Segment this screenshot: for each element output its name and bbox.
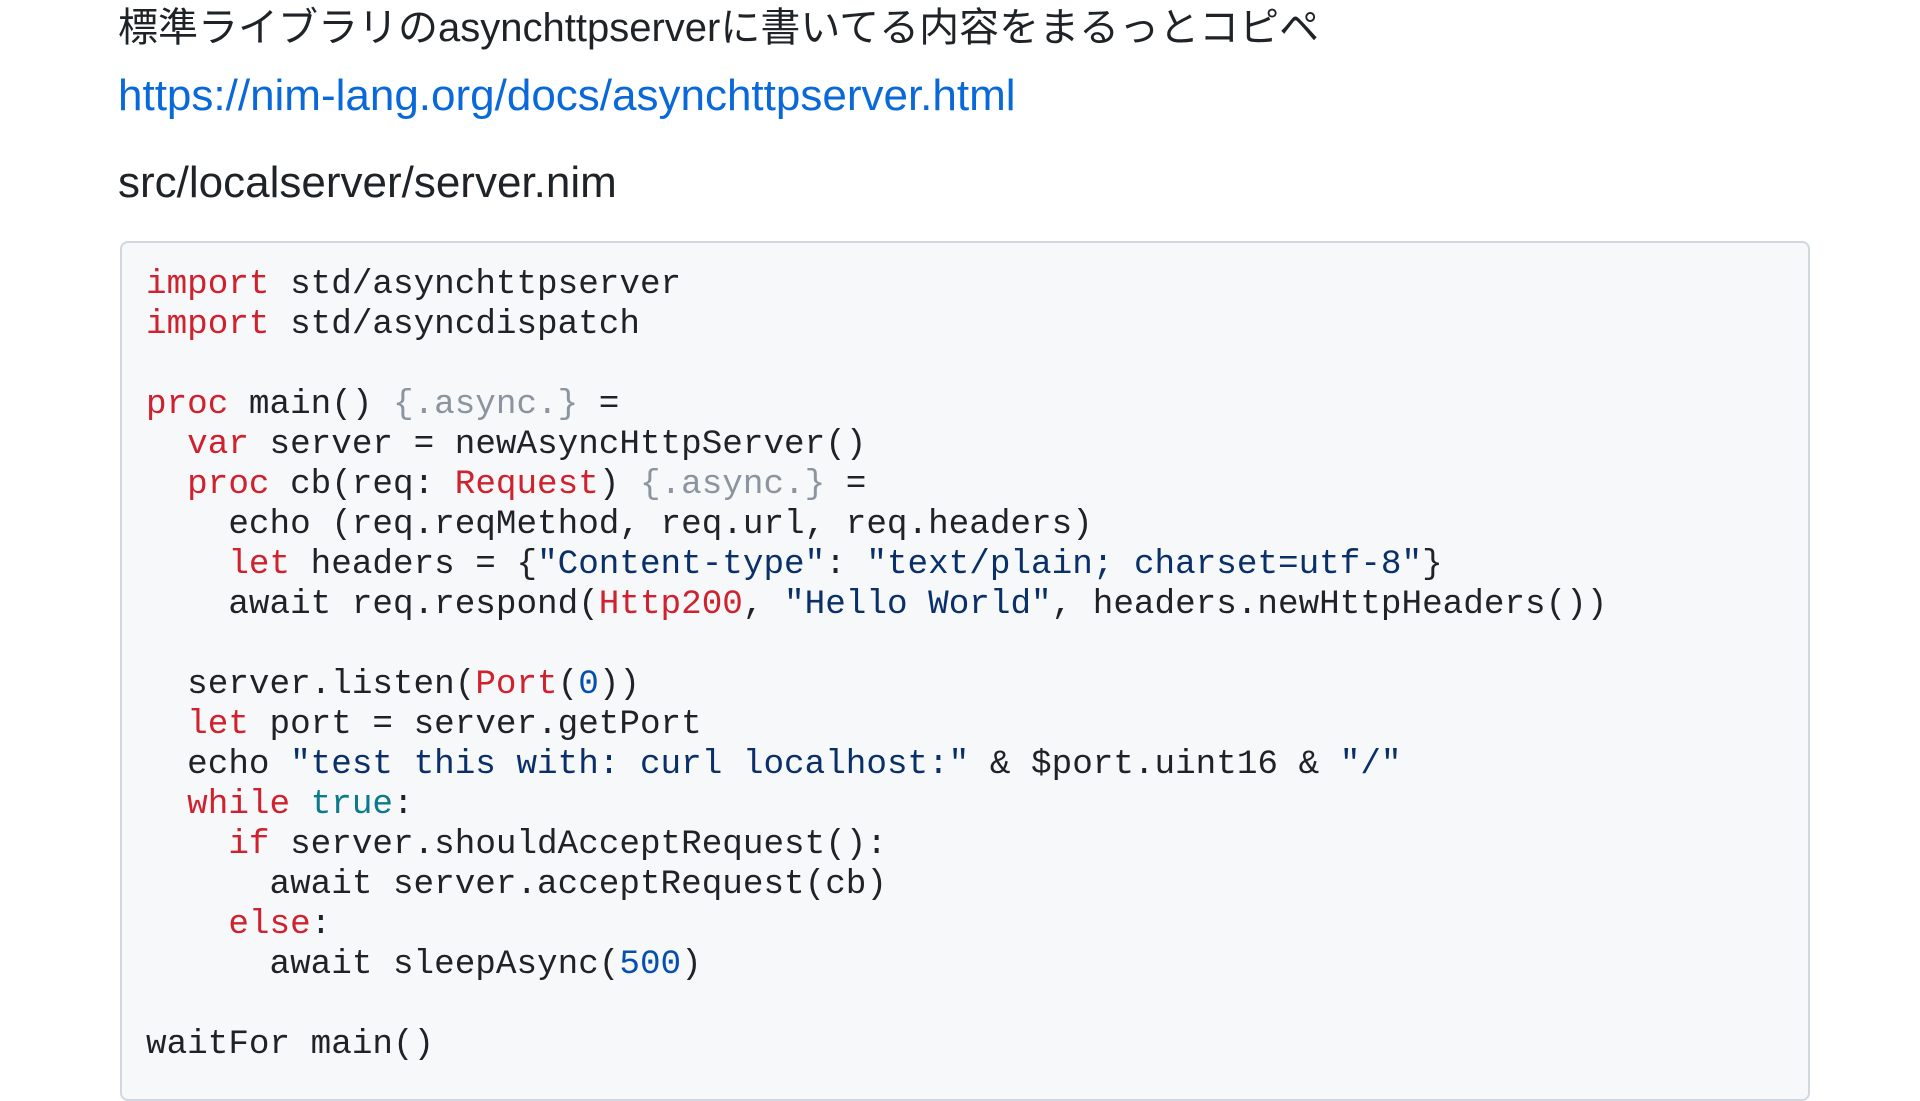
code-token: "text/plain; charset=utf-8" [866, 545, 1423, 584]
code-token: waitFor main() [146, 1025, 435, 1064]
code-token: port = server.getPort [248, 705, 702, 744]
code-token: server.listen( [146, 665, 476, 704]
code-token: let [187, 705, 249, 744]
code-line: echo (req.reqMethod, req.url, req.header… [146, 505, 1093, 544]
code-token: , [742, 585, 785, 624]
code-line: proc main() {.async.} = [146, 385, 619, 424]
code-token: await sleepAsync( [146, 945, 620, 984]
code-token: : [393, 785, 414, 824]
code-line: import std/asynchttpserver [146, 265, 681, 304]
code-line: await req.respond(Http200, "Hello World"… [146, 585, 1607, 624]
code-token: ) [598, 465, 640, 504]
code-token: cb(req: [269, 465, 455, 504]
intro-paragraph: 標準ライブラリのasynchttpserverに書いてる内容をまるっとコピペ [118, 6, 1320, 50]
code-token: : [310, 905, 332, 944]
code-token: while [187, 785, 291, 824]
code-line: if server.shouldAcceptRequest(): [146, 825, 887, 864]
code-listing: import std/asynchttpserver import std/as… [146, 265, 1784, 1065]
code-token: } [1422, 545, 1443, 584]
code-token: {.async.} [392, 385, 579, 424]
code-token: , headers.newHttpHeaders()) [1051, 585, 1608, 624]
code-block: import std/asynchttpserver import std/as… [120, 241, 1810, 1101]
code-token: & $port.uint16 & [969, 745, 1340, 784]
code-token: import [146, 265, 270, 304]
code-line: let headers = {"Content-type": "text/pla… [146, 545, 1443, 584]
code-token: Port [475, 665, 558, 704]
code-token: await req.respond( [146, 585, 599, 624]
code-filename-heading: src/localserver/server.nim [118, 158, 617, 207]
code-token: = [578, 385, 620, 424]
code-token: echo (req.reqMethod, req.url, req.header… [146, 505, 1093, 544]
code-token: std/asynchttpserver [269, 265, 682, 304]
code-line: server.listen(Port(0)) [146, 665, 640, 704]
code-token: main() [228, 385, 393, 424]
code-token: ) [681, 945, 702, 984]
code-line: let port = server.getPort [146, 705, 702, 744]
code-token: : [825, 545, 867, 584]
code-token: echo [146, 745, 291, 784]
code-line: var server = newAsyncHttpServer() [146, 425, 866, 464]
code-line: await sleepAsync(500) [146, 945, 702, 984]
code-token: 0 [578, 665, 599, 704]
code-token: "/" [1339, 745, 1402, 784]
code-token: std/asyncdispatch [269, 305, 640, 344]
code-line: proc cb(req: Request) {.async.} = [146, 465, 866, 504]
code-token: "Content-type" [537, 545, 826, 584]
code-token: if [228, 825, 270, 864]
code-line: import std/asyncdispatch [146, 305, 640, 344]
code-token: Http200 [598, 585, 743, 624]
code-token: var [187, 425, 249, 464]
code-token: Request [454, 465, 599, 504]
code-token: proc [187, 465, 270, 504]
code-token: else [228, 905, 311, 944]
code-token: 500 [619, 945, 682, 984]
code-line: await server.acceptRequest(cb) [146, 865, 887, 904]
code-line: waitFor main() [146, 1025, 434, 1064]
code-token: "Hello World" [784, 585, 1052, 624]
code-token: {.async.} [639, 465, 826, 504]
code-token: = [825, 465, 867, 504]
code-token: await server.acceptRequest(cb) [146, 865, 887, 904]
code-token: "test this with: curl localhost:" [290, 745, 970, 784]
code-token: )) [598, 665, 640, 704]
code-token: let [228, 545, 291, 584]
code-token: server.shouldAcceptRequest(): [269, 825, 887, 864]
asynchttpserver-docs-link[interactable]: https://nim-lang.org/docs/asynchttpserve… [118, 70, 1016, 122]
code-token: server = newAsyncHttpServer() [248, 425, 867, 464]
code-line: else: [146, 905, 331, 944]
code-token: headers = { [290, 545, 538, 584]
code-token: import [146, 305, 270, 344]
code-token: proc [146, 385, 229, 424]
code-token: true [310, 785, 394, 824]
code-line: while true: [146, 785, 414, 824]
code-line: echo "test this with: curl localhost:" &… [146, 745, 1402, 784]
code-token: ( [557, 665, 579, 704]
